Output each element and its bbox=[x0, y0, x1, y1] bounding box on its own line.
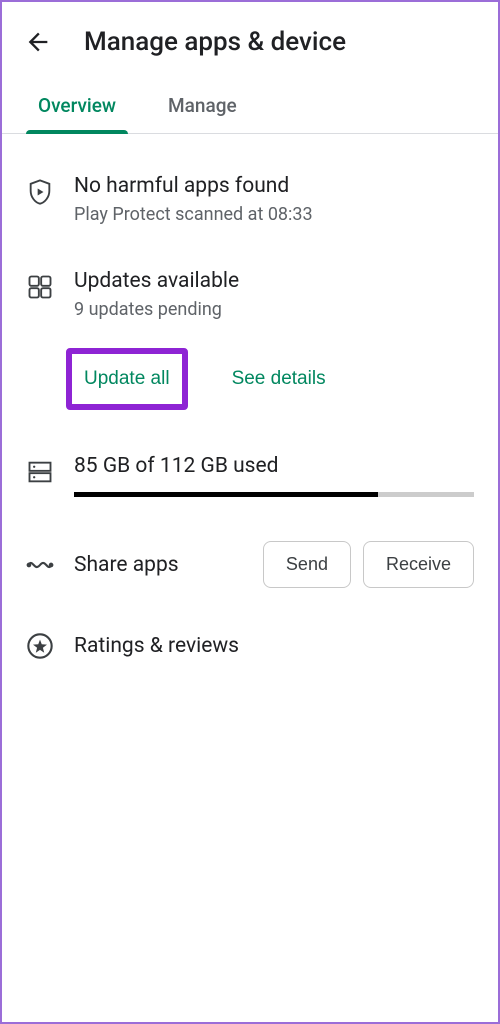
arrow-back-icon bbox=[24, 28, 52, 56]
receive-button[interactable]: Receive bbox=[363, 541, 474, 588]
tab-manage[interactable]: Manage bbox=[156, 78, 249, 133]
highlight-annotation: Update all bbox=[66, 348, 188, 410]
ratings-body: Ratings & reviews bbox=[74, 634, 474, 658]
storage-icon bbox=[26, 454, 74, 497]
share-title: Share apps bbox=[74, 553, 179, 577]
update-all-button[interactable]: Update all bbox=[78, 358, 176, 400]
storage-section[interactable]: 85 GB of 112 GB used bbox=[26, 454, 474, 497]
storage-progress-bar bbox=[74, 492, 474, 497]
play-protect-title: No harmful apps found bbox=[74, 174, 474, 198]
updates-body: Updates available 9 updates pending Upda… bbox=[74, 269, 474, 410]
share-body: Share apps Send Receive bbox=[74, 541, 474, 588]
see-details-button[interactable]: See details bbox=[226, 348, 332, 410]
send-button[interactable]: Send bbox=[263, 541, 351, 588]
star-icon bbox=[26, 632, 74, 660]
page-title: Manage apps & device bbox=[84, 27, 346, 57]
header: Manage apps & device bbox=[2, 2, 498, 78]
share-section: Share apps Send Receive bbox=[26, 541, 474, 588]
updates-actions: Update all See details bbox=[74, 348, 474, 410]
content: No harmful apps found Play Protect scann… bbox=[2, 134, 498, 660]
play-protect-subtitle: Play Protect scanned at 08:33 bbox=[74, 204, 474, 225]
ratings-section[interactable]: Ratings & reviews bbox=[26, 632, 474, 660]
tab-overview[interactable]: Overview bbox=[26, 78, 128, 133]
ratings-title: Ratings & reviews bbox=[74, 634, 474, 658]
back-button[interactable] bbox=[22, 26, 54, 58]
shield-icon bbox=[26, 174, 74, 225]
storage-body: 85 GB of 112 GB used bbox=[74, 454, 474, 497]
share-icon bbox=[26, 551, 74, 579]
tabs: Overview Manage bbox=[2, 78, 498, 134]
play-protect-section[interactable]: No harmful apps found Play Protect scann… bbox=[26, 174, 474, 225]
storage-progress-fill bbox=[74, 492, 378, 497]
storage-title: 85 GB of 112 GB used bbox=[74, 454, 474, 478]
updates-title: Updates available bbox=[74, 269, 474, 293]
updates-subtitle: 9 updates pending bbox=[74, 299, 474, 320]
share-buttons: Send Receive bbox=[263, 541, 474, 588]
play-protect-body: No harmful apps found Play Protect scann… bbox=[74, 174, 474, 225]
updates-section: Updates available 9 updates pending Upda… bbox=[26, 269, 474, 410]
